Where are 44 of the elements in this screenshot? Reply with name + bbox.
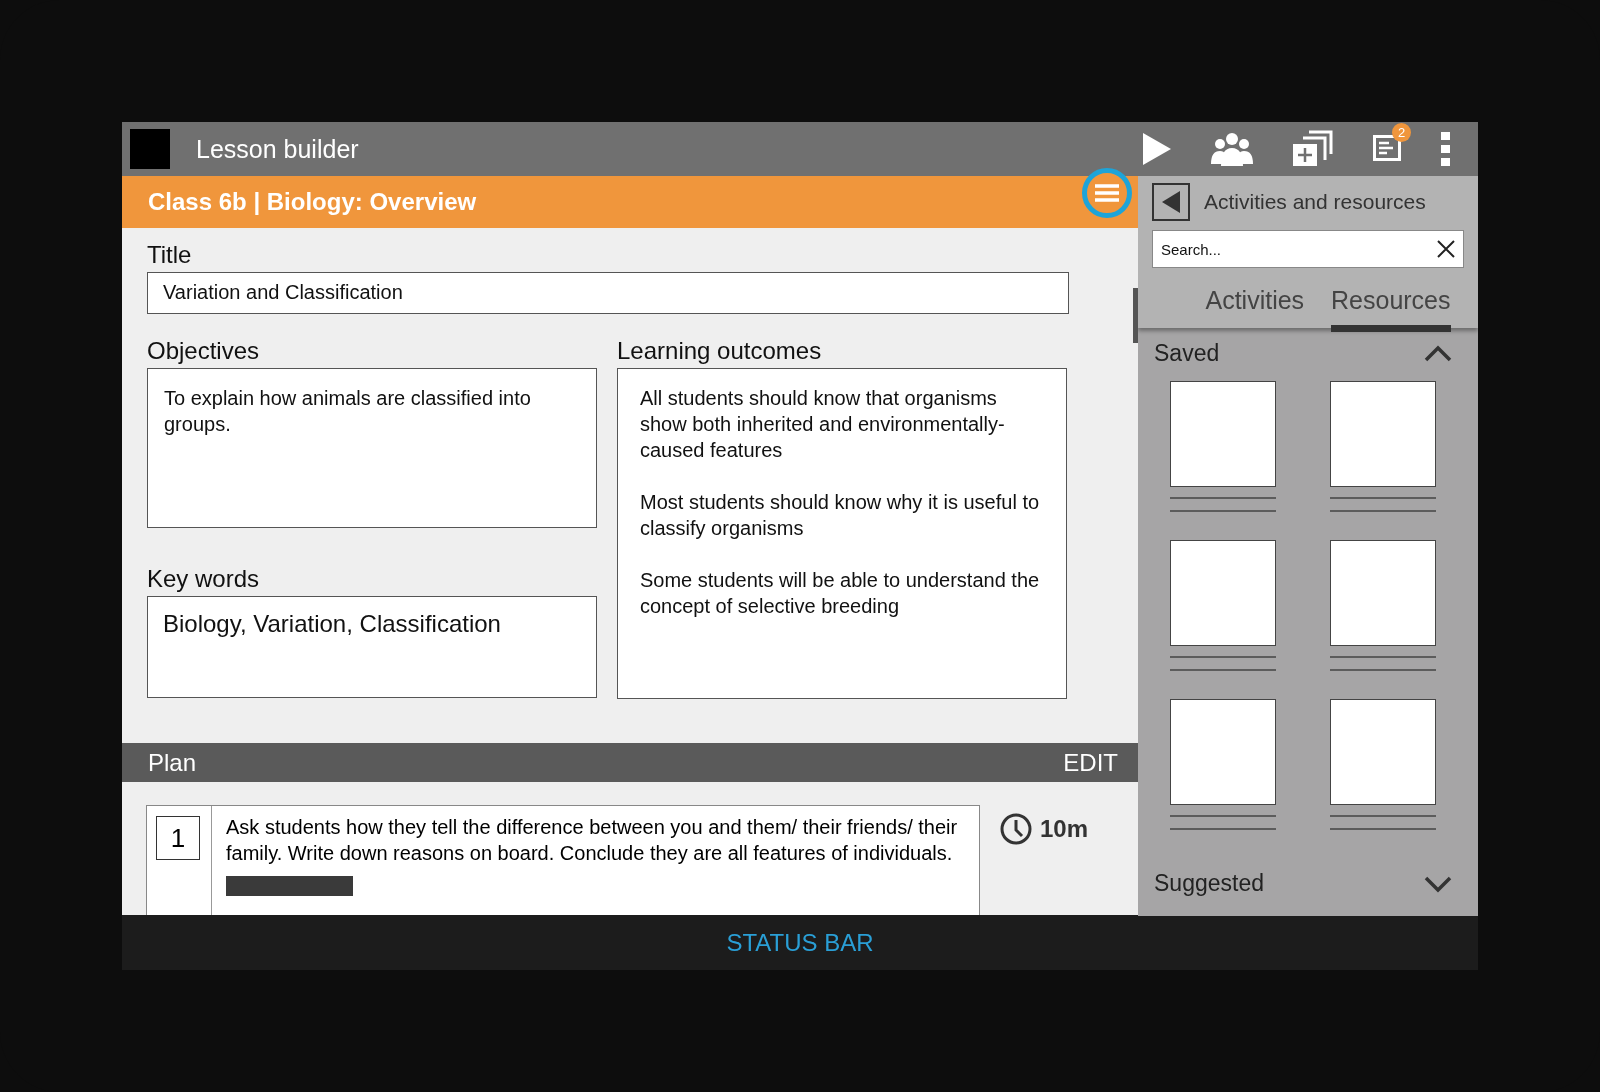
app-title: Lesson builder [196,134,360,164]
page-title: Class 6b | Biology: Overview [148,188,477,216]
more-icon[interactable] [1441,132,1450,166]
search-field[interactable]: Search... [1152,230,1464,268]
outcome-text: All students should know that organisms show both inherited and environmentally-caused features [640,386,1006,463]
resource-thumbnail[interactable] [1330,699,1436,805]
section-title: Plan [148,748,197,777]
group-icon[interactable] [1211,132,1253,166]
field-label: Objectives [147,336,261,366]
tab[interactable]: Resources [1331,280,1451,332]
panel-title: Activities and resources [1204,190,1426,214]
step-number: 1 [156,816,200,860]
section-title: Saved [1154,340,1220,367]
scrollbar[interactable] [1133,288,1138,343]
resource-thumbnail[interactable] [1170,381,1276,487]
objectives-field[interactable]: To explain how animals are classified into groups. [147,368,597,528]
menu-icon [1093,182,1121,204]
tab[interactable]: Activities [1205,280,1305,332]
edit-button[interactable]: EDIT [1063,748,1118,777]
step-duration: 10m [1040,815,1089,843]
outcomes-field[interactable] [617,368,1067,699]
field-label: Key words [147,564,261,594]
outcome-text: Most students should know why it is useful to classify organisms [640,490,1041,541]
close-icon[interactable] [1436,239,1456,259]
resource-thumbnail[interactable] [1170,699,1276,805]
resource-thumbnail[interactable] [1330,540,1436,646]
outcome-text: Some students will be able to understand the concept of selective breeding [640,568,1041,619]
section-title: Suggested [1154,870,1264,897]
status-bar-text: STATUS BAR [726,928,874,957]
logo-icon [130,129,170,169]
back-button[interactable] [1152,183,1190,221]
notification-badge: 2 [1392,123,1411,142]
field-label: Title [147,240,193,270]
resource-thumbnail[interactable] [1170,540,1276,646]
add-copy-icon[interactable] [1291,130,1333,168]
title-field[interactable]: Variation and Classification [147,272,1069,314]
keywords-field[interactable]: Biology, Variation, Classification [147,596,597,698]
field-label: Learning outcomes [617,336,823,366]
step-text: Ask students how they tell the difference between you and them/ their friends/ their family. Write down reasons on board. Conclude they are all features of individuals. [226,815,958,866]
resource-thumbnail[interactable] [1330,381,1436,487]
play-icon[interactable] [1141,131,1173,167]
clock-icon [1000,813,1032,845]
back-arrow-icon [1162,191,1180,213]
collapse-icon[interactable] [1424,343,1452,364]
